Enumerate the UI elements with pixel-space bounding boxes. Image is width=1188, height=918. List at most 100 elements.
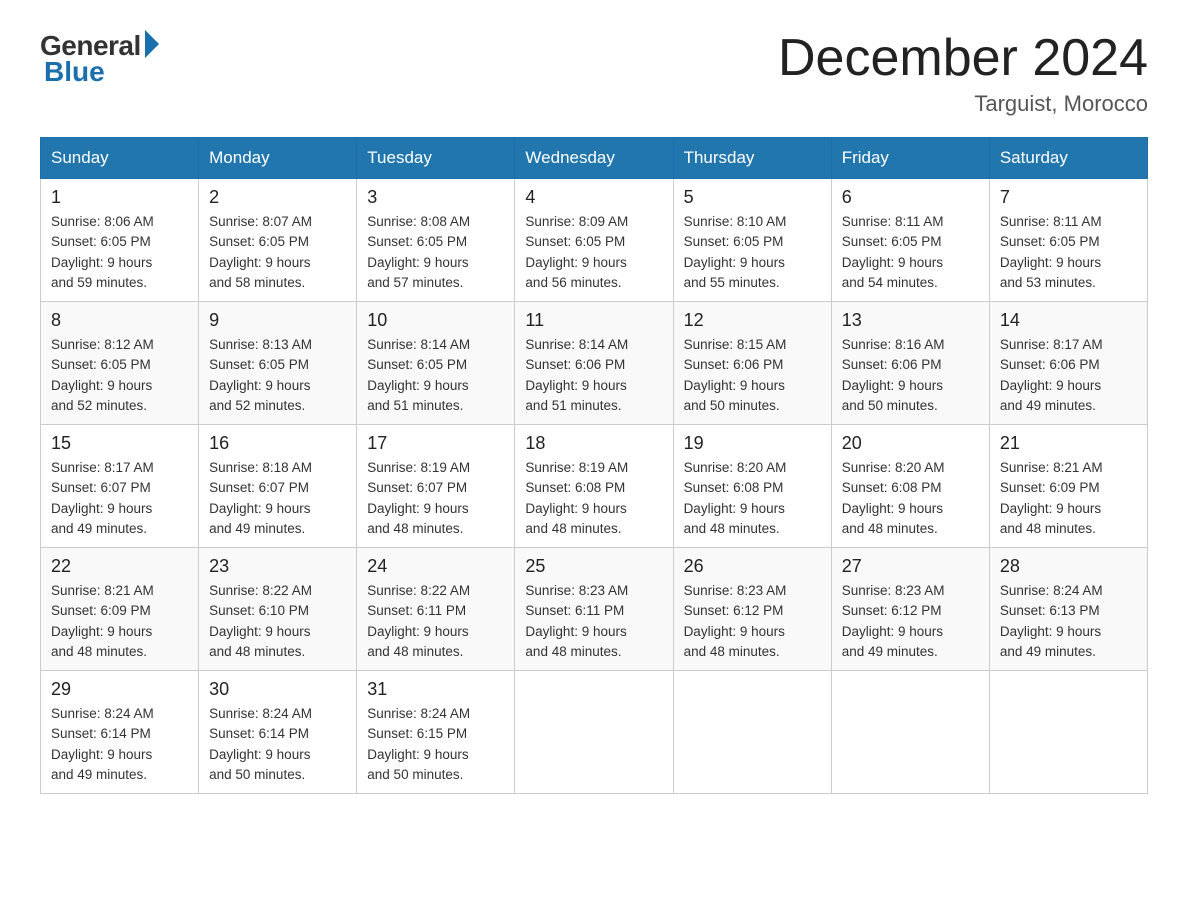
calendar-table: SundayMondayTuesdayWednesdayThursdayFrid… — [40, 137, 1148, 794]
calendar-cell: 16 Sunrise: 8:18 AM Sunset: 6:07 PM Dayl… — [199, 425, 357, 548]
calendar-cell: 3 Sunrise: 8:08 AM Sunset: 6:05 PM Dayli… — [357, 179, 515, 302]
calendar-cell: 29 Sunrise: 8:24 AM Sunset: 6:14 PM Dayl… — [41, 671, 199, 794]
day-info: Sunrise: 8:24 AM Sunset: 6:13 PM Dayligh… — [1000, 581, 1137, 662]
calendar-cell: 18 Sunrise: 8:19 AM Sunset: 6:08 PM Dayl… — [515, 425, 673, 548]
day-info: Sunrise: 8:21 AM Sunset: 6:09 PM Dayligh… — [51, 581, 188, 662]
day-number: 30 — [209, 679, 346, 700]
calendar-cell: 6 Sunrise: 8:11 AM Sunset: 6:05 PM Dayli… — [831, 179, 989, 302]
day-number: 9 — [209, 310, 346, 331]
day-info: Sunrise: 8:24 AM Sunset: 6:14 PM Dayligh… — [51, 704, 188, 785]
calendar-cell: 26 Sunrise: 8:23 AM Sunset: 6:12 PM Dayl… — [673, 548, 831, 671]
header-tuesday: Tuesday — [357, 138, 515, 179]
calendar-cell: 11 Sunrise: 8:14 AM Sunset: 6:06 PM Dayl… — [515, 302, 673, 425]
day-info: Sunrise: 8:23 AM Sunset: 6:12 PM Dayligh… — [684, 581, 821, 662]
header-wednesday: Wednesday — [515, 138, 673, 179]
day-info: Sunrise: 8:13 AM Sunset: 6:05 PM Dayligh… — [209, 335, 346, 416]
day-info: Sunrise: 8:14 AM Sunset: 6:06 PM Dayligh… — [525, 335, 662, 416]
day-info: Sunrise: 8:17 AM Sunset: 6:06 PM Dayligh… — [1000, 335, 1137, 416]
day-info: Sunrise: 8:08 AM Sunset: 6:05 PM Dayligh… — [367, 212, 504, 293]
day-info: Sunrise: 8:20 AM Sunset: 6:08 PM Dayligh… — [684, 458, 821, 539]
calendar-cell: 30 Sunrise: 8:24 AM Sunset: 6:14 PM Dayl… — [199, 671, 357, 794]
calendar-cell — [515, 671, 673, 794]
day-info: Sunrise: 8:22 AM Sunset: 6:11 PM Dayligh… — [367, 581, 504, 662]
day-info: Sunrise: 8:12 AM Sunset: 6:05 PM Dayligh… — [51, 335, 188, 416]
day-number: 3 — [367, 187, 504, 208]
calendar-cell: 2 Sunrise: 8:07 AM Sunset: 6:05 PM Dayli… — [199, 179, 357, 302]
day-info: Sunrise: 8:11 AM Sunset: 6:05 PM Dayligh… — [842, 212, 979, 293]
day-info: Sunrise: 8:06 AM Sunset: 6:05 PM Dayligh… — [51, 212, 188, 293]
calendar-cell: 21 Sunrise: 8:21 AM Sunset: 6:09 PM Dayl… — [989, 425, 1147, 548]
header-friday: Friday — [831, 138, 989, 179]
day-info: Sunrise: 8:21 AM Sunset: 6:09 PM Dayligh… — [1000, 458, 1137, 539]
calendar-cell: 1 Sunrise: 8:06 AM Sunset: 6:05 PM Dayli… — [41, 179, 199, 302]
day-number: 25 — [525, 556, 662, 577]
header-monday: Monday — [199, 138, 357, 179]
calendar-cell: 4 Sunrise: 8:09 AM Sunset: 6:05 PM Dayli… — [515, 179, 673, 302]
day-info: Sunrise: 8:24 AM Sunset: 6:15 PM Dayligh… — [367, 704, 504, 785]
day-number: 27 — [842, 556, 979, 577]
day-number: 24 — [367, 556, 504, 577]
day-number: 28 — [1000, 556, 1137, 577]
calendar-cell: 10 Sunrise: 8:14 AM Sunset: 6:05 PM Dayl… — [357, 302, 515, 425]
day-number: 13 — [842, 310, 979, 331]
day-number: 8 — [51, 310, 188, 331]
calendar-cell — [989, 671, 1147, 794]
day-number: 21 — [1000, 433, 1137, 454]
calendar-cell: 28 Sunrise: 8:24 AM Sunset: 6:13 PM Dayl… — [989, 548, 1147, 671]
day-number: 18 — [525, 433, 662, 454]
calendar-cell — [673, 671, 831, 794]
day-info: Sunrise: 8:18 AM Sunset: 6:07 PM Dayligh… — [209, 458, 346, 539]
day-number: 11 — [525, 310, 662, 331]
day-number: 14 — [1000, 310, 1137, 331]
day-info: Sunrise: 8:20 AM Sunset: 6:08 PM Dayligh… — [842, 458, 979, 539]
calendar-cell — [831, 671, 989, 794]
day-number: 12 — [684, 310, 821, 331]
week-row-3: 15 Sunrise: 8:17 AM Sunset: 6:07 PM Dayl… — [41, 425, 1148, 548]
calendar-cell: 23 Sunrise: 8:22 AM Sunset: 6:10 PM Dayl… — [199, 548, 357, 671]
calendar-cell: 25 Sunrise: 8:23 AM Sunset: 6:11 PM Dayl… — [515, 548, 673, 671]
week-row-2: 8 Sunrise: 8:12 AM Sunset: 6:05 PM Dayli… — [41, 302, 1148, 425]
calendar-cell: 19 Sunrise: 8:20 AM Sunset: 6:08 PM Dayl… — [673, 425, 831, 548]
day-number: 7 — [1000, 187, 1137, 208]
day-info: Sunrise: 8:19 AM Sunset: 6:08 PM Dayligh… — [525, 458, 662, 539]
calendar-cell: 31 Sunrise: 8:24 AM Sunset: 6:15 PM Dayl… — [357, 671, 515, 794]
calendar-cell: 14 Sunrise: 8:17 AM Sunset: 6:06 PM Dayl… — [989, 302, 1147, 425]
day-number: 16 — [209, 433, 346, 454]
calendar-cell: 12 Sunrise: 8:15 AM Sunset: 6:06 PM Dayl… — [673, 302, 831, 425]
day-number: 22 — [51, 556, 188, 577]
day-info: Sunrise: 8:11 AM Sunset: 6:05 PM Dayligh… — [1000, 212, 1137, 293]
week-row-5: 29 Sunrise: 8:24 AM Sunset: 6:14 PM Dayl… — [41, 671, 1148, 794]
day-number: 5 — [684, 187, 821, 208]
location: Targuist, Morocco — [778, 91, 1148, 117]
month-title: December 2024 — [778, 30, 1148, 87]
day-number: 19 — [684, 433, 821, 454]
calendar-cell: 5 Sunrise: 8:10 AM Sunset: 6:05 PM Dayli… — [673, 179, 831, 302]
day-number: 31 — [367, 679, 504, 700]
day-number: 10 — [367, 310, 504, 331]
header-row: SundayMondayTuesdayWednesdayThursdayFrid… — [41, 138, 1148, 179]
day-info: Sunrise: 8:15 AM Sunset: 6:06 PM Dayligh… — [684, 335, 821, 416]
calendar-cell: 9 Sunrise: 8:13 AM Sunset: 6:05 PM Dayli… — [199, 302, 357, 425]
logo-arrow-icon — [145, 30, 159, 58]
day-number: 1 — [51, 187, 188, 208]
calendar-cell: 15 Sunrise: 8:17 AM Sunset: 6:07 PM Dayl… — [41, 425, 199, 548]
page-header: General Blue December 2024 Targuist, Mor… — [40, 30, 1148, 117]
day-info: Sunrise: 8:23 AM Sunset: 6:11 PM Dayligh… — [525, 581, 662, 662]
day-info: Sunrise: 8:23 AM Sunset: 6:12 PM Dayligh… — [842, 581, 979, 662]
day-info: Sunrise: 8:19 AM Sunset: 6:07 PM Dayligh… — [367, 458, 504, 539]
day-info: Sunrise: 8:22 AM Sunset: 6:10 PM Dayligh… — [209, 581, 346, 662]
day-info: Sunrise: 8:09 AM Sunset: 6:05 PM Dayligh… — [525, 212, 662, 293]
day-number: 26 — [684, 556, 821, 577]
calendar-cell: 17 Sunrise: 8:19 AM Sunset: 6:07 PM Dayl… — [357, 425, 515, 548]
title-block: December 2024 Targuist, Morocco — [778, 30, 1148, 117]
calendar-cell: 22 Sunrise: 8:21 AM Sunset: 6:09 PM Dayl… — [41, 548, 199, 671]
header-sunday: Sunday — [41, 138, 199, 179]
logo: General Blue — [40, 30, 159, 88]
day-number: 23 — [209, 556, 346, 577]
day-number: 20 — [842, 433, 979, 454]
day-number: 17 — [367, 433, 504, 454]
day-info: Sunrise: 8:16 AM Sunset: 6:06 PM Dayligh… — [842, 335, 979, 416]
day-info: Sunrise: 8:10 AM Sunset: 6:05 PM Dayligh… — [684, 212, 821, 293]
day-number: 15 — [51, 433, 188, 454]
calendar-cell: 7 Sunrise: 8:11 AM Sunset: 6:05 PM Dayli… — [989, 179, 1147, 302]
